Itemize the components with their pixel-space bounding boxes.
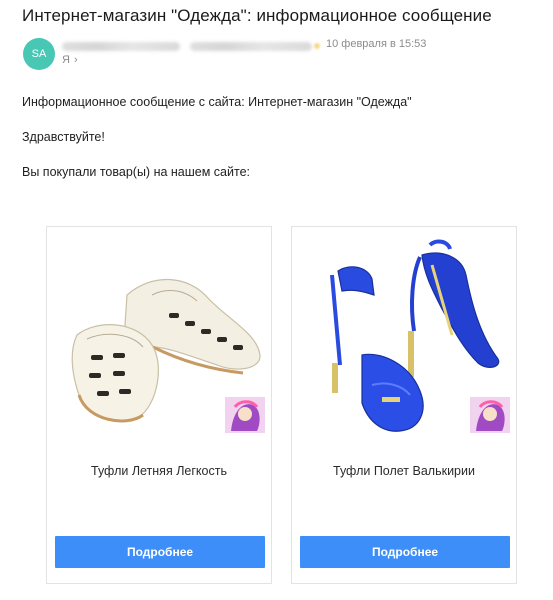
recipient-toggle[interactable]: Я › bbox=[62, 54, 78, 66]
chevron-right-icon: › bbox=[73, 54, 78, 66]
email-subject: Интернет-магазин "Одежда": информационно… bbox=[22, 6, 492, 25]
details-button[interactable]: Подробнее bbox=[55, 536, 265, 568]
sender-emoji-redacted bbox=[314, 43, 320, 49]
details-button[interactable]: Подробнее bbox=[300, 536, 510, 568]
sender-email-redacted bbox=[190, 41, 312, 51]
watermark-badge bbox=[470, 397, 510, 433]
watermark-badge bbox=[225, 397, 265, 433]
shoe-back bbox=[408, 239, 500, 377]
sender-name-redacted bbox=[62, 41, 180, 51]
email-date: 10 февраля в 15:53 bbox=[326, 38, 427, 50]
body-intro: Информационное сообщение с сайта: Интерн… bbox=[22, 95, 412, 109]
sender-avatar[interactable]: SA bbox=[23, 38, 55, 70]
body-greeting: Здравствуйте! bbox=[22, 130, 105, 144]
shoe-front bbox=[71, 324, 159, 423]
body-purchase-note: Вы покупали товар(ы) на нашем сайте: bbox=[22, 165, 250, 179]
product-name: Туфли Летняя Легкость bbox=[91, 464, 227, 478]
sender-address[interactable] bbox=[62, 38, 320, 54]
recipient-label: Я bbox=[62, 54, 70, 66]
product-name: Туфли Полет Валькирии bbox=[333, 464, 475, 478]
product-card: Туфли Летняя Легкость Подробнее bbox=[46, 226, 272, 584]
product-card: Туфли Полет Валькирии Подробнее bbox=[291, 226, 517, 584]
